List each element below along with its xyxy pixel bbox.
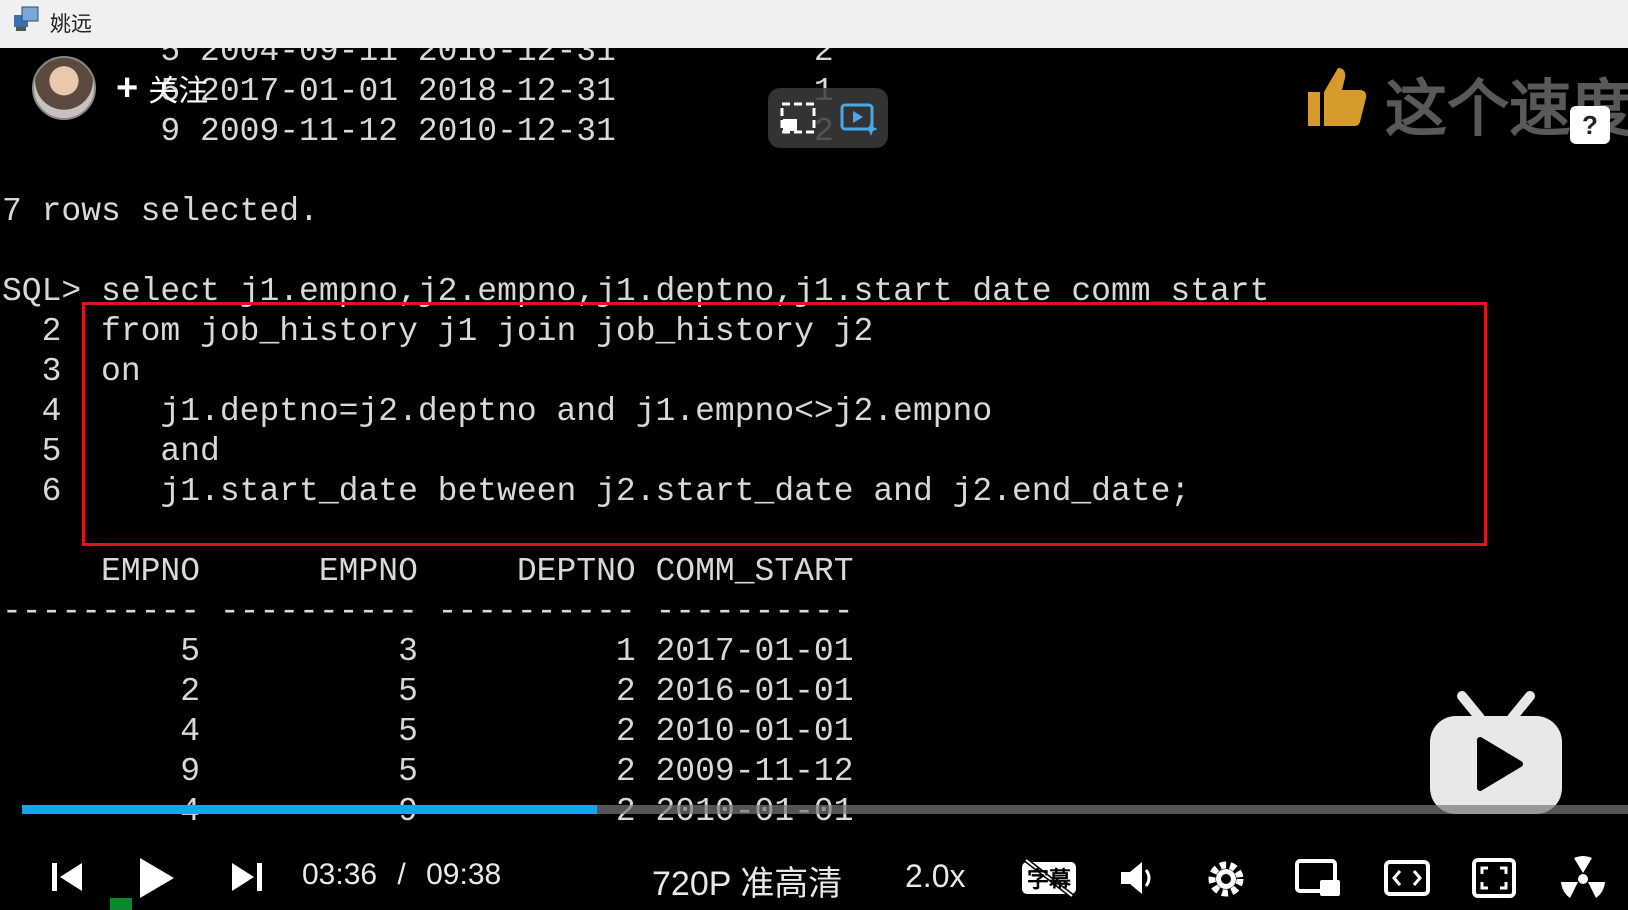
volume-icon[interactable]: [1118, 858, 1158, 898]
next-icon[interactable]: [230, 860, 264, 894]
uploader-bar: + 关注: [32, 56, 208, 120]
bilibili-tv-icon[interactable]: [1428, 688, 1564, 818]
widescreen-icon[interactable]: [1384, 858, 1430, 898]
quality-button[interactable]: 720P 准高清: [652, 856, 842, 905]
current-time: 03:36: [302, 858, 378, 891]
like-icon[interactable]: [1300, 62, 1370, 132]
pip-exit-icon[interactable]: [779, 99, 817, 137]
progress-bar[interactable]: [22, 805, 1628, 814]
player-controls: 03:36 / 09:38 720P 准高清 2.0x 字幕: [0, 848, 1628, 910]
terminal-line: 2 5 2 2016-01-01: [2, 673, 854, 710]
progress-fill: [22, 805, 597, 814]
ai-play-icon[interactable]: [839, 99, 878, 137]
terminal-line: ---------- ---------- ---------- -------…: [2, 593, 854, 630]
terminal-line: 4 5 2 2010-01-01: [2, 713, 854, 750]
terminal-screen: 5 2004-09-11 2016-12-31 2 5 2017-01-01 2…: [0, 48, 1628, 910]
terminal-line: 9 5 2 2009-11-12: [2, 753, 854, 790]
sql-highlight-box: [82, 302, 1487, 546]
previous-icon[interactable]: [50, 860, 84, 894]
mini-player-icon[interactable]: [1294, 858, 1342, 898]
radiation-icon[interactable]: [1560, 856, 1606, 902]
window-title: 姚远: [50, 13, 92, 36]
duration: 09:38: [426, 858, 502, 891]
fullscreen-icon[interactable]: [1472, 858, 1516, 898]
uploader-avatar[interactable]: [32, 56, 96, 120]
window-titlebar: 姚远: [0, 0, 1628, 48]
terminal-line: 7 rows selected.: [2, 193, 319, 230]
time-display: 03:36 / 09:38: [302, 858, 501, 892]
floating-controls: [768, 88, 888, 148]
follow-label: 关注: [148, 75, 209, 108]
time-separator: /: [397, 858, 406, 891]
status-indicator: [110, 898, 132, 910]
subtitle-label: 字幕: [1027, 867, 1072, 892]
terminal-line: EMPNO EMPNO DEPTNO COMM_START: [2, 553, 854, 590]
play-icon[interactable]: [136, 856, 176, 900]
speed-button[interactable]: 2.0x: [905, 858, 965, 895]
settings-gear-icon[interactable]: [1204, 857, 1248, 901]
follow-button[interactable]: + 关注: [116, 66, 208, 110]
subtitle-button[interactable]: 字幕: [1020, 858, 1078, 898]
help-icon[interactable]: ?: [1570, 106, 1610, 144]
app-icon: [14, 6, 39, 31]
terminal-line: 5 3 1 2017-01-01: [2, 633, 854, 670]
plus-icon: +: [116, 66, 139, 109]
